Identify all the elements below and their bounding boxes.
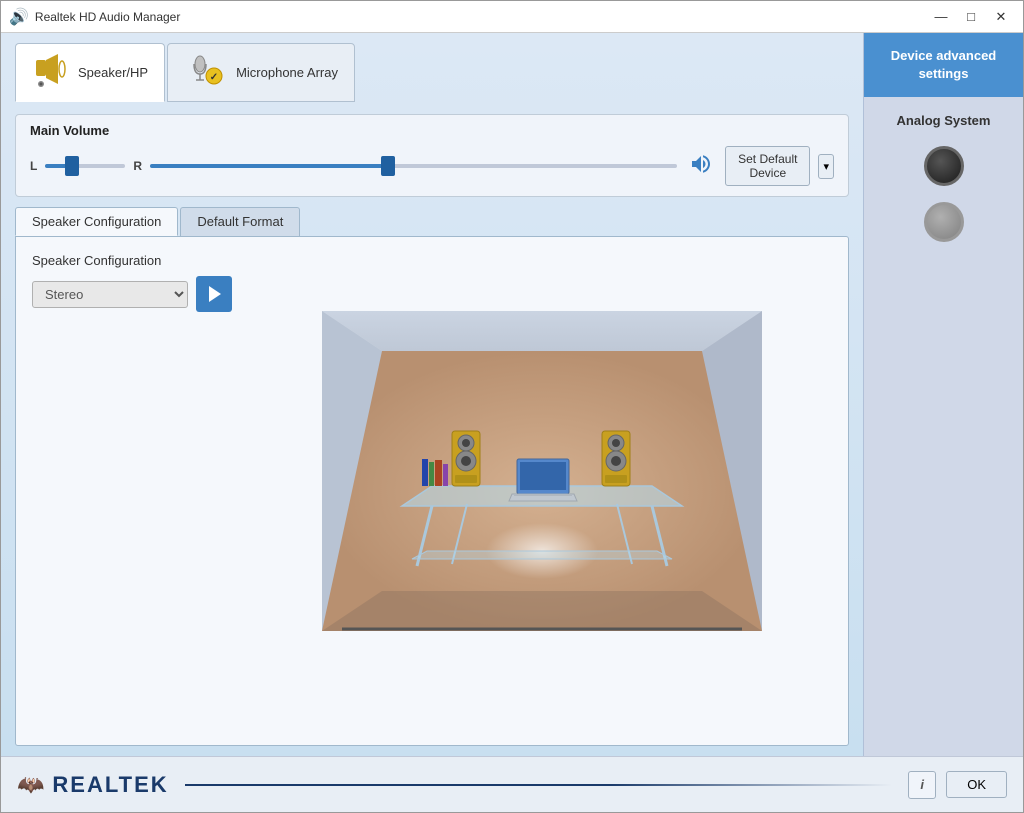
volume-controls-row: L R Set Default Device ▾	[30, 146, 834, 186]
room-svg	[322, 311, 762, 671]
mic-tab-icon: ✓	[184, 50, 228, 95]
connector-dots	[864, 138, 1023, 250]
window-controls: — □ ✕	[927, 6, 1015, 28]
set-default-dropdown-button[interactable]: ▾	[818, 154, 834, 179]
tab-speaker-configuration[interactable]: Speaker Configuration	[15, 207, 178, 236]
main-area: Speaker/HP ✓	[1, 33, 1023, 756]
test-play-button[interactable]	[196, 276, 232, 312]
tab-microphone-array[interactable]: ✓ Microphone Array	[167, 43, 355, 102]
main-window: 🔊 Realtek HD Audio Manager — □ ✕	[0, 0, 1024, 813]
realtek-logo-text: REALTEK	[52, 772, 168, 798]
mic-tab-label: Microphone Array	[236, 65, 338, 80]
speaker-select-row: Stereo Quadraphonic 5.1 Surround 7.1 Sur…	[32, 276, 232, 312]
volume-label: Main Volume	[30, 123, 834, 138]
connector-dot-1[interactable]	[924, 146, 964, 186]
center-panel: Speaker/HP ✓	[1, 33, 863, 756]
play-icon	[209, 286, 221, 302]
device-tabs: Speaker/HP ✓	[15, 43, 849, 102]
title-bar: 🔊 Realtek HD Audio Manager — □ ✕	[1, 1, 1023, 33]
realtek-logo-icon: 🦇	[17, 772, 44, 798]
room-visualization	[252, 253, 832, 729]
left-channel-label: L	[30, 159, 37, 173]
volume-section: Main Volume L R Set Default Device ▾	[15, 114, 849, 197]
volume-left-slider[interactable]	[45, 164, 125, 168]
tab-speaker-hp[interactable]: Speaker/HP	[15, 43, 165, 102]
right-channel-label: R	[133, 159, 142, 173]
speaker-config-select[interactable]: Stereo Quadraphonic 5.1 Surround 7.1 Sur…	[32, 281, 188, 308]
device-advanced-settings-button[interactable]: Device advanced settings	[864, 33, 1023, 97]
close-button[interactable]: ✕	[987, 6, 1015, 28]
speaker-config-panel: Speaker Configuration Stereo Quadraphoni…	[15, 236, 849, 746]
minimize-button[interactable]: —	[927, 6, 955, 28]
bottom-divider-line	[185, 784, 893, 786]
bottom-bar: 🦇 REALTEK i OK	[1, 756, 1023, 812]
right-sidebar: Device advanced settings Analog System	[863, 33, 1023, 756]
maximize-button[interactable]: □	[957, 6, 985, 28]
info-button[interactable]: i	[908, 771, 936, 799]
app-icon: 🔊	[9, 7, 29, 27]
volume-icon-button[interactable]	[685, 150, 717, 182]
realtek-logo: 🦇 REALTEK	[17, 772, 169, 798]
ok-button[interactable]: OK	[946, 771, 1007, 798]
speaker-controls: Speaker Configuration Stereo Quadraphoni…	[32, 253, 232, 729]
set-default-button[interactable]: Set Default Device	[725, 146, 810, 186]
inner-tabs: Speaker Configuration Default Format	[15, 207, 849, 236]
speaker-config-section-label: Speaker Configuration	[32, 253, 232, 268]
volume-right-slider[interactable]	[150, 164, 677, 168]
speaker-tab-label: Speaker/HP	[78, 65, 148, 80]
window-title: Realtek HD Audio Manager	[35, 10, 927, 24]
svg-text:✓: ✓	[210, 72, 218, 83]
analog-system-label: Analog System	[864, 97, 1023, 138]
speaker-tab-icon	[32, 50, 70, 95]
connector-dot-2[interactable]	[924, 202, 964, 242]
tab-default-format[interactable]: Default Format	[180, 207, 300, 236]
